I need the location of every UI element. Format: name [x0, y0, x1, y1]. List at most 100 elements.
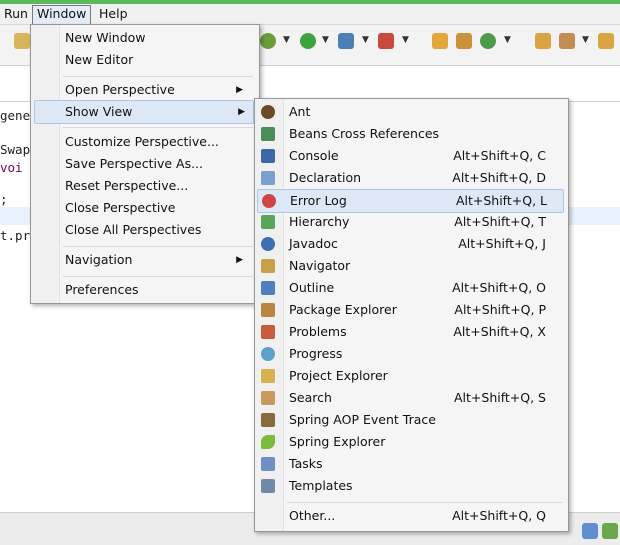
view-item-label: Javadoc	[289, 236, 338, 251]
view-item-ant[interactable]: Ant	[255, 101, 566, 123]
show-view-submenu: Ant Beans Cross References Console Alt+S…	[254, 98, 569, 532]
menu-separator	[63, 276, 253, 277]
menu-item-open-perspective[interactable]: Open Perspective ▶	[65, 79, 251, 101]
view-item-package-explorer[interactable]: Package Explorer Alt+Shift+Q, P	[255, 299, 566, 321]
menu-separator	[63, 127, 253, 128]
external-tools-icon[interactable]	[378, 33, 394, 49]
menu-item-new-editor[interactable]: New Editor	[65, 49, 133, 71]
view-item-label: Templates	[289, 478, 353, 493]
package-explorer-icon	[261, 303, 275, 317]
debug-icon[interactable]	[260, 33, 276, 49]
code-line: ;	[0, 192, 8, 207]
window-menu: New Window New Editor Open Perspective ▶…	[30, 24, 260, 304]
code-line: t.pr	[0, 228, 31, 243]
view-item-label: Spring AOP Event Trace	[289, 412, 436, 427]
project-explorer-icon	[261, 369, 275, 383]
view-item-search[interactable]: Search Alt+Shift+Q, S	[255, 387, 566, 409]
tasks-icon	[261, 457, 275, 471]
console-icon	[261, 149, 275, 163]
view-item-navigator[interactable]: Navigator	[255, 255, 566, 277]
menu-item-label: Show View	[65, 104, 133, 119]
open-file-icon[interactable]	[598, 33, 614, 49]
menu-item-save-perspective-as[interactable]: Save Perspective As...	[65, 153, 203, 175]
view-item-label: Problems	[289, 324, 347, 339]
view-item-error-log[interactable]: Error Log Alt+Shift+Q, L	[257, 189, 564, 213]
view-item-label: Beans Cross References	[289, 126, 440, 141]
coverage-icon[interactable]	[338, 33, 354, 49]
menu-item-customize-perspective[interactable]: Customize Perspective...	[65, 131, 219, 153]
menu-item-new-window[interactable]: New Window	[65, 27, 146, 49]
open-folder-icon[interactable]	[535, 33, 551, 49]
view-item-problems[interactable]: Problems Alt+Shift+Q, X	[255, 321, 566, 343]
view-item-label: Progress	[289, 346, 343, 361]
aop-trace-icon	[261, 413, 275, 427]
view-item-spring-aop-event-trace[interactable]: Spring AOP Event Trace	[255, 409, 566, 431]
view-item-declaration[interactable]: Declaration Alt+Shift+Q, D	[255, 167, 566, 189]
new-java-project-icon[interactable]	[432, 33, 448, 49]
submenu-arrow-icon: ▶	[238, 107, 245, 117]
view-item-label: Other...	[289, 508, 336, 523]
menu-help[interactable]: Help	[95, 5, 132, 23]
progress-icon	[261, 347, 275, 361]
view-item-label: Navigator	[289, 258, 351, 273]
new-class-dropdown-icon[interactable]: ▼	[504, 35, 511, 45]
javadoc-icon	[261, 237, 275, 251]
menu-item-navigation[interactable]: Navigation ▶	[65, 249, 251, 271]
pencil-icon[interactable]	[559, 33, 575, 49]
run-icon[interactable]	[300, 33, 316, 49]
view-item-project-explorer[interactable]: Project Explorer	[255, 365, 566, 387]
view-item-label: Error Log	[290, 193, 347, 208]
view-item-outline[interactable]: Outline Alt+Shift+Q, O	[255, 277, 566, 299]
navigator-icon	[261, 259, 275, 273]
submenu-arrow-icon: ▶	[236, 255, 243, 265]
coverage-dropdown-icon[interactable]: ▼	[362, 35, 369, 45]
submenu-arrow-icon: ▶	[236, 85, 243, 95]
shortcut-text: Alt+Shift+Q, D	[452, 170, 546, 185]
ant-icon	[261, 105, 275, 119]
menu-item-show-view[interactable]: Show View ▶	[34, 100, 254, 124]
open-type-icon[interactable]	[14, 33, 30, 49]
view-item-console[interactable]: Console Alt+Shift+Q, C	[255, 145, 566, 167]
menu-item-reset-perspective[interactable]: Reset Perspective...	[65, 175, 188, 197]
view-item-progress[interactable]: Progress	[255, 343, 566, 365]
new-class-icon[interactable]	[480, 33, 496, 49]
view-item-javadoc[interactable]: Javadoc Alt+Shift+Q, J	[255, 233, 566, 255]
view-item-tasks[interactable]: Tasks	[255, 453, 566, 475]
external-tools-dropdown-icon[interactable]: ▼	[402, 35, 409, 45]
menu-item-label: Navigation	[65, 252, 133, 267]
pencil-dropdown-icon[interactable]: ▼	[582, 35, 589, 45]
view-icon[interactable]	[602, 523, 618, 539]
declaration-icon	[261, 171, 275, 185]
hierarchy-icon	[261, 215, 275, 229]
shortcut-text: Alt+Shift+Q, T	[454, 214, 546, 229]
menu-item-close-all-perspectives[interactable]: Close All Perspectives	[65, 219, 201, 241]
menu-gutter	[31, 25, 60, 303]
shortcut-text: Alt+Shift+Q, J	[458, 236, 546, 251]
menu-separator	[287, 502, 562, 503]
code-line: voi	[0, 160, 23, 175]
debug-dropdown-icon[interactable]: ▼	[283, 35, 290, 45]
shortcut-text: Alt+Shift+Q, Q	[452, 508, 546, 523]
view-icon[interactable]	[582, 523, 598, 539]
menu-run[interactable]: Run	[0, 5, 32, 23]
view-item-label: Hierarchy	[289, 214, 350, 229]
search-icon	[261, 391, 275, 405]
run-dropdown-icon[interactable]: ▼	[322, 35, 329, 45]
view-item-label: Project Explorer	[289, 368, 388, 383]
view-item-hierarchy[interactable]: Hierarchy Alt+Shift+Q, T	[255, 211, 566, 233]
templates-icon	[261, 479, 275, 493]
view-item-templates[interactable]: Templates	[255, 475, 566, 497]
view-item-label: Declaration	[289, 170, 362, 185]
menu-window[interactable]: Window	[32, 5, 92, 25]
new-package-icon[interactable]	[456, 33, 472, 49]
shortcut-text: Alt+Shift+Q, P	[454, 302, 546, 317]
shortcut-text: Alt+Shift+Q, S	[453, 390, 546, 405]
error-log-icon	[262, 194, 276, 208]
view-item-spring-explorer[interactable]: Spring Explorer	[255, 431, 566, 453]
problems-icon	[261, 325, 275, 339]
outline-icon	[261, 281, 275, 295]
menu-item-preferences[interactable]: Preferences	[65, 279, 139, 301]
view-item-beans-cross-references[interactable]: Beans Cross References	[255, 123, 566, 145]
menu-item-close-perspective[interactable]: Close Perspective	[65, 197, 175, 219]
view-item-other[interactable]: Other... Alt+Shift+Q, Q	[255, 505, 566, 527]
